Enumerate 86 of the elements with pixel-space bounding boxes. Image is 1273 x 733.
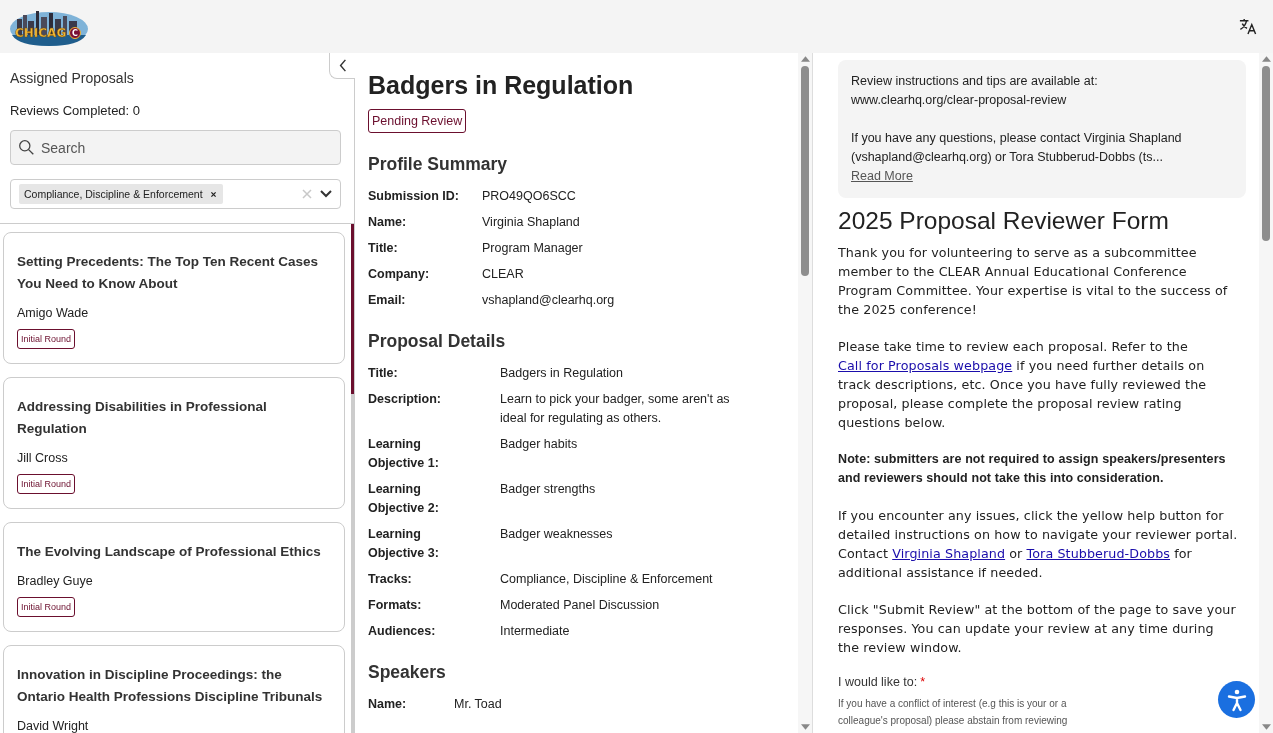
section-heading: Speakers: [368, 662, 447, 683]
field-label: Submission ID:: [368, 188, 460, 205]
field-value: Moderated Panel Discussion: [500, 597, 661, 614]
field-label: Name:: [368, 696, 408, 713]
scrollbar-thumb[interactable]: [351, 224, 354, 394]
field-label: Learning Objective 3:: [368, 526, 440, 562]
link[interactable]: Call for Proposals webpage: [838, 358, 1013, 373]
section-heading: Proposal Details: [368, 331, 507, 352]
field-label: Name:: [368, 214, 408, 231]
info-text: If you have any questions, please contact Virginia Shapland (vshapland@clearhq.org) or Tora Stubberud-Dobbs (ts...: [851, 130, 1183, 166]
paragraph: Please take time to review each proposal. Refer to the Call for Proposals webpage if you need further details on track descriptions, etc. Once you have fully reviewed the proposal, please complete the proposal review rating questions below.: [838, 338, 1208, 432]
collapse-button[interactable]: [329, 53, 355, 79]
proposal-card[interactable]: The Evolving Landscape of Professional Ethics Bradley Guye Initial Round: [3, 522, 345, 632]
scrollbar[interactable]: [798, 53, 812, 733]
search-field[interactable]: Search: [10, 130, 341, 165]
question-hint: If you have a conflict of interest (e.g this is your or a colleague's proposal) please abstain from reviewing: [838, 697, 1069, 728]
speaker-name: Bradley Guye: [17, 574, 94, 588]
field-value: Badger weaknesses: [500, 526, 614, 543]
chevron-left-icon: [338, 59, 347, 72]
round-badge: Initial Round: [17, 474, 76, 494]
arrow-up-icon[interactable]: [1261, 56, 1271, 62]
scrollbar[interactable]: [351, 224, 354, 733]
read-more-link[interactable]: Read More: [851, 169, 913, 183]
field-value: Intermediate: [500, 623, 571, 640]
chevron-down-icon[interactable]: [320, 190, 332, 198]
round-badge: Initial Round: [17, 597, 76, 617]
field-label: Learning Objective 1:: [368, 436, 440, 472]
round-badge: Initial Round: [17, 329, 76, 349]
field-value: Badger strengths: [500, 481, 597, 498]
proposal-card[interactable]: Addressing Disabilities in Professional Regulation Jill Cross Initial Round: [3, 377, 345, 509]
proposal-title: Badgers in Regulation: [368, 71, 635, 100]
field-label: Company:: [368, 266, 431, 283]
field-value: CLEAR: [482, 266, 525, 283]
proposal-title: The Evolving Landscape of Professional Ethics: [17, 543, 322, 561]
link[interactable]: Virginia Shapland: [892, 546, 1006, 561]
info-text: Review instructions and tips are available at: www.clearhq.org/clear-proposal-review: [851, 73, 1099, 109]
required-mark: *: [920, 675, 926, 689]
proposal-title: Addressing Disabilities in Professional Regulation: [17, 398, 268, 438]
question-label: I would like to:: [838, 675, 918, 689]
proposal-card[interactable]: Setting Precedents: The Top Ten Recent Cases You Need to Know About Amigo Wade Initial Round: [3, 232, 345, 364]
scrollbar-thumb[interactable]: [801, 66, 809, 276]
remove-icon[interactable]: [209, 190, 217, 198]
clear-icon[interactable]: [302, 189, 312, 199]
reviews-completed: Reviews Completed: 0: [10, 103, 142, 118]
field-value: Learn to pick your badger, some aren't as ideal for regulating as others.: [500, 391, 731, 427]
link[interactable]: Tora Stubberud-Dobbs: [1026, 546, 1171, 561]
scrollbar-thumb[interactable]: [1262, 66, 1270, 241]
paragraph: If you encounter any issues, click the yellow help button for detailed instructions on how to navigate your reviewer portal. Contact Virginia Shapland or Tora Stubberud-Dobbs for additional assistance if needed.: [838, 507, 1238, 582]
speaker-name: Amigo Wade: [17, 306, 90, 320]
proposal-card[interactable]: Innovation in Discipline Proceedings: the Ontario Health Professions Discipline Tribunals David Wright: [3, 645, 345, 733]
field-value: Badger habits: [500, 436, 579, 453]
field-value: Compliance, Discipline & Enforcement: [500, 571, 714, 588]
accessibility-button[interactable]: [1218, 681, 1255, 718]
form-title: 2025 Proposal Reviewer Form: [838, 207, 1170, 235]
field-label: Email:: [368, 292, 407, 309]
search-icon: [18, 139, 35, 156]
field-value: Badgers in Regulation: [500, 365, 624, 382]
proposal-title: Innovation in Discipline Proceedings: the Ontario Health Professions Discipline Tribunals: [17, 666, 324, 706]
arrow-down-icon[interactable]: [800, 724, 810, 730]
field-value: PRO49QO6SCC: [482, 188, 577, 205]
field-value: Virginia Shapland: [482, 214, 581, 231]
field-label: Title:: [368, 240, 399, 257]
scrollbar[interactable]: [1259, 53, 1273, 733]
status-badge: Pending Review: [368, 109, 467, 133]
translate-icon[interactable]: [1238, 16, 1257, 36]
field-value: Mr. Toad: [454, 696, 503, 713]
proposal-title: Setting Precedents: The Top Ten Recent Cases You Need to Know About: [17, 253, 320, 293]
field-label: Description:: [368, 391, 442, 408]
speaker-name: David Wright: [17, 719, 90, 733]
arrow-up-icon[interactable]: [800, 56, 810, 62]
tag-label: Compliance, Discipline & Enforcement: [24, 188, 203, 200]
track-filter[interactable]: Compliance, Discipline & Enforcement: [10, 179, 341, 209]
field-value: Program Manager: [482, 240, 584, 257]
field-label: Title:: [368, 365, 399, 382]
section-heading: Profile Summary: [368, 154, 509, 175]
speaker-name: Jill Cross: [17, 451, 69, 465]
field-label: Learning Objective 2:: [368, 481, 440, 517]
paragraph: Note: submitters are not required to assign speakers/presenters and reviewers should not take this into consideration.: [838, 451, 1227, 487]
field-value: vshapland@clearhq.org: [482, 292, 616, 309]
sidebar-title: Assigned Proposals: [10, 70, 135, 86]
arrow-down-icon[interactable]: [1261, 724, 1271, 730]
field-label: Tracks:: [368, 571, 413, 588]
paragraph: Thank you for volunteering to serve as a subcommittee member to the CLEAR Annual Educational Conference Program Committee. Your expertise is vital to the success of the 2025 conference!: [838, 244, 1229, 319]
field-label: Audiences:: [368, 623, 437, 640]
field-label: Formats:: [368, 597, 423, 614]
paragraph: Click "Submit Review" at the bottom of the page to save your responses. You can update your review at any time during the review window.: [838, 601, 1237, 657]
